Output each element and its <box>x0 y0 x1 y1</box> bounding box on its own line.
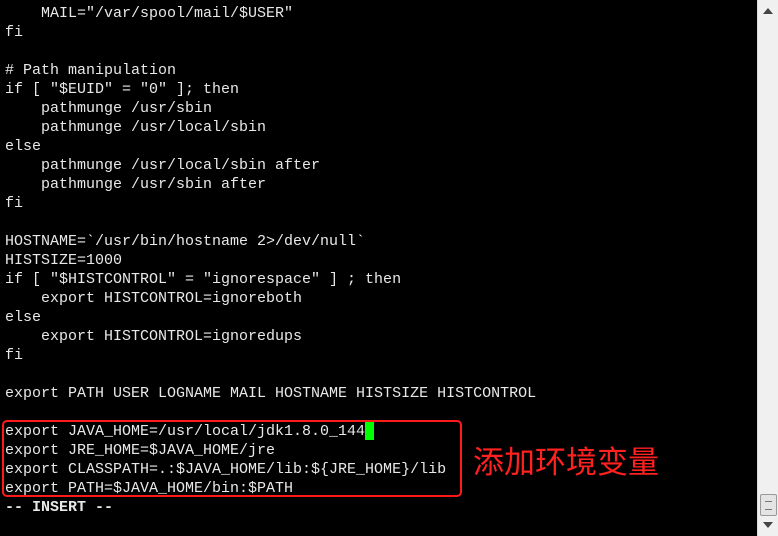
editor-line: if [ "$EUID" = "0" ]; then <box>5 81 240 98</box>
editor-line: pathmunge /usr/sbin <box>5 100 213 117</box>
editor-line: if [ "$HISTCONTROL" = "ignorespace" ] ; … <box>5 271 402 288</box>
editor-line: pathmunge /usr/sbin after <box>5 176 267 193</box>
editor-line: export HISTCONTROL=ignoredups <box>5 328 303 345</box>
scrollbar[interactable] <box>757 0 778 536</box>
editor-line: pathmunge /usr/local/sbin after <box>5 157 321 174</box>
editor-line: fi <box>5 347 24 364</box>
scroll-down-arrow-icon[interactable] <box>763 522 773 528</box>
editor-line: fi <box>5 195 24 212</box>
editor-line: # Path manipulation <box>5 62 177 79</box>
editor-line: HOSTNAME=`/usr/bin/hostname 2>/dev/null` <box>5 233 366 250</box>
editor-line: else <box>5 138 42 155</box>
editor-line: export HISTCONTROL=ignoreboth <box>5 290 303 307</box>
editor-line: export PATH USER LOGNAME MAIL HOSTNAME H… <box>5 385 537 402</box>
editor-line: HISTSIZE=1000 <box>5 252 123 269</box>
annotation-text: 添加环境变量 <box>473 445 659 481</box>
scroll-up-arrow-icon[interactable] <box>763 8 773 14</box>
editor-line: fi <box>5 24 24 41</box>
editor-line: pathmunge /usr/local/sbin <box>5 119 267 136</box>
editor-line: MAIL="/var/spool/mail/$USER" <box>5 5 294 22</box>
mode-indicator: -- INSERT -- <box>5 499 114 516</box>
highlight-box <box>2 420 462 497</box>
editor-line: else <box>5 309 42 326</box>
scrollbar-thumb[interactable] <box>760 494 777 516</box>
